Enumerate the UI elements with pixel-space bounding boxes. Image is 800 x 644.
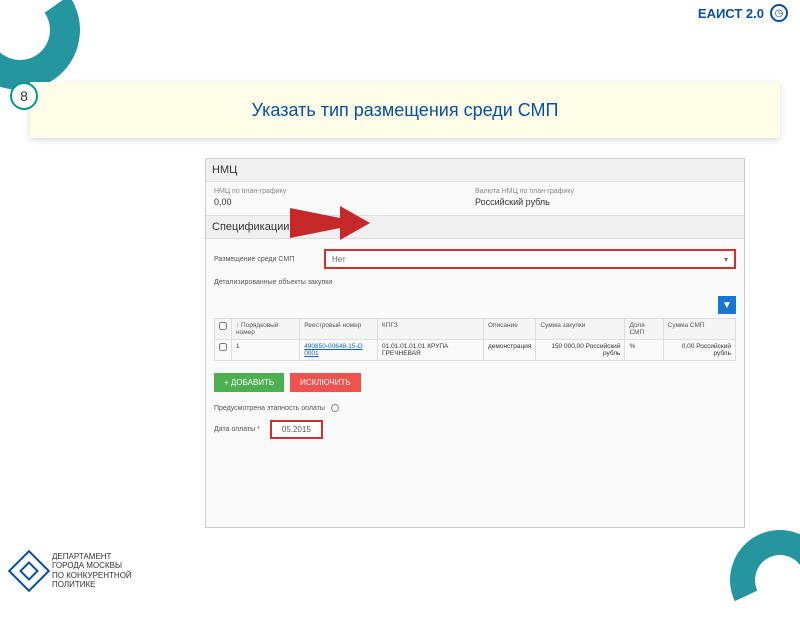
- footer-line-2: ГОРОДА МОСКВЫ: [52, 561, 132, 571]
- add-button[interactable]: + добавить: [214, 373, 284, 392]
- spec-section-title: Спецификации: [206, 215, 744, 239]
- footer-line-4: ПОЛИТИКЕ: [52, 580, 132, 590]
- nmc-value: 0,00: [214, 197, 475, 207]
- currency-value: Российский рубль: [475, 197, 736, 207]
- cell-desc: демонстрация: [483, 340, 535, 361]
- table-row[interactable]: 1 490850-00648-15-O 0001 01.01.01.01.01 …: [215, 340, 736, 361]
- cell-num: 1: [232, 340, 300, 361]
- detail-label: Детализированные объекты закупки: [214, 279, 736, 286]
- cell-share: %: [625, 340, 663, 361]
- brand-label: ЕАИСТ 2.0: [698, 6, 764, 21]
- cell-reg-link[interactable]: 490850-00648-15-O 0001: [304, 343, 363, 357]
- payment-stage-row: Предусмотрена этапность оплаты: [214, 404, 736, 412]
- payment-date-label: Дата оплаты *: [214, 426, 260, 433]
- footer-logo-icon: [8, 550, 50, 592]
- form-panel: НМЦ НМЦ по план-графику 0,00 Валюта НМЦ …: [205, 158, 745, 528]
- col-reg: Реестровый номер: [300, 319, 378, 340]
- cell-kpgz: 01.01.01.01.01 КРУПА ГРЕЧНЕВАЯ: [378, 340, 484, 361]
- currency-label: Валюта НМЦ по план-графику: [475, 188, 736, 195]
- col-smp-sum: Сумма СМП: [663, 319, 735, 340]
- col-kpgz: КПГЗ: [378, 319, 484, 340]
- cell-sum: 150 000,00 Российский рубль: [536, 340, 625, 361]
- payment-date-input[interactable]: 05.2015: [270, 420, 323, 439]
- footer-text: ДЕПАРТАМЕНТ ГОРОДА МОСКВЫ ПО КОНКУРЕНТНО…: [52, 552, 132, 590]
- payment-stage-radio[interactable]: [331, 404, 339, 412]
- banner-title: Указать тип размещения среди СМП: [252, 100, 559, 121]
- row-checkbox[interactable]: [219, 343, 227, 351]
- smp-dropdown[interactable]: Нет: [324, 249, 736, 269]
- table-header-row: ↑ Порядковый номер Реестровый номер КПГЗ…: [215, 319, 736, 340]
- delete-button[interactable]: исключить: [290, 373, 360, 392]
- col-sum: Сумма закупки: [536, 319, 625, 340]
- step-number-badge: 8: [10, 82, 38, 110]
- clock-icon: ◷: [770, 4, 788, 22]
- nmc-label: НМЦ по план-графику: [214, 188, 475, 195]
- col-checkbox: [215, 319, 232, 340]
- footer-line-1: ДЕПАРТАМЕНТ: [52, 552, 132, 562]
- nmc-section-title: НМЦ: [206, 159, 744, 182]
- col-desc: Описание: [483, 319, 535, 340]
- decorative-accent-2: [716, 516, 800, 644]
- footer: ДЕПАРТАМЕНТ ГОРОДА МОСКВЫ ПО КОНКУРЕНТНО…: [14, 552, 132, 590]
- smp-label: Размещение среди СМП: [214, 256, 324, 263]
- payment-stage-label: Предусмотрена этапность оплаты: [214, 405, 325, 412]
- col-num: ↑ Порядковый номер: [232, 319, 300, 340]
- smp-dropdown-value: Нет: [332, 255, 346, 264]
- select-all-checkbox[interactable]: [219, 322, 227, 330]
- cell-smp-sum: 0,00 Российский рубль: [663, 340, 735, 361]
- instruction-banner: Указать тип размещения среди СМП: [30, 82, 780, 138]
- filter-icon[interactable]: ▼: [718, 296, 736, 314]
- footer-line-3: ПО КОНКУРЕНТНОЙ: [52, 571, 132, 581]
- topbar: ЕАИСТ 2.0 ◷: [686, 0, 800, 26]
- objects-table: ↑ Порядковый номер Реестровый номер КПГЗ…: [214, 318, 736, 361]
- col-share: Доля СМП: [625, 319, 663, 340]
